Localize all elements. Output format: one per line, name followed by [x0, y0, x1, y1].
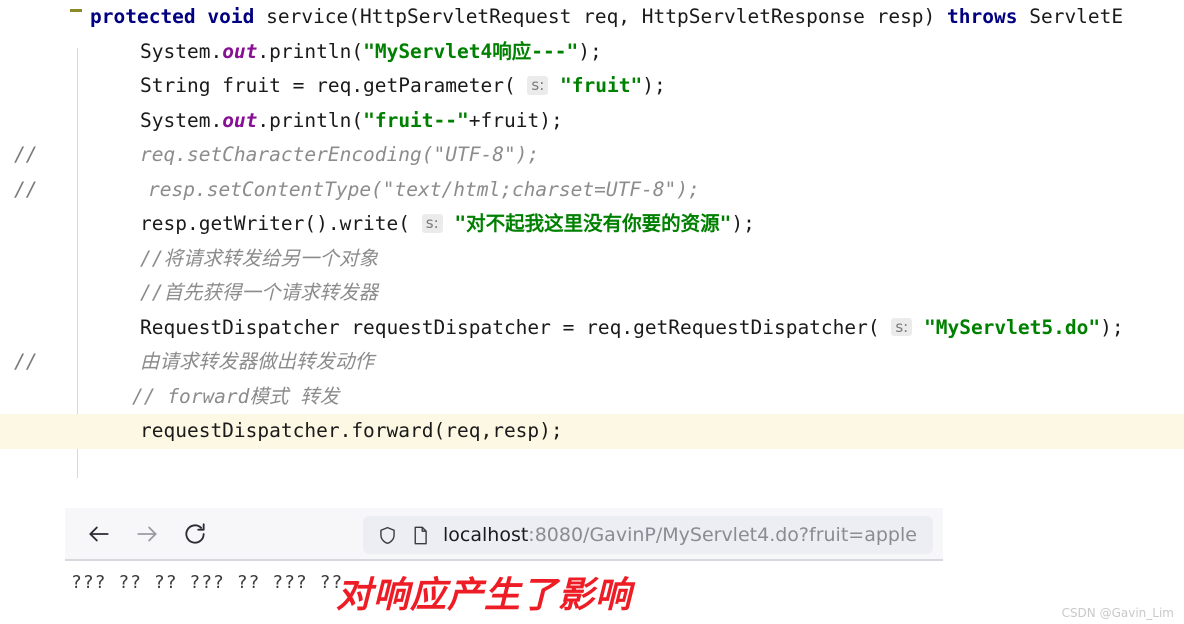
parameter-hint-badge: s: — [527, 76, 549, 95]
code-line-text: 由请求转发器做出转发动作 — [0, 345, 374, 380]
code-line-text: //将请求转发给另一个对象 — [0, 242, 378, 277]
line-get-parameter[interactable]: String fruit = req.getParameter( s: "fru… — [0, 69, 1184, 104]
browser-toolbar: localhost:8080/GavinP/MyServlet4.do?frui… — [65, 508, 943, 561]
token-plain: ); — [731, 212, 755, 235]
token-plain: RequestDispatcher requestDispatcher = re… — [140, 315, 892, 339]
line-set-character-encoding[interactable]: // req.setCharacterEncoding("UTF-8"); — [0, 138, 1184, 173]
code-line-text: String fruit = req.getParameter( s: "fru… — [0, 69, 666, 104]
token-plain: ServletE — [1029, 5, 1124, 28]
token-str: "对不起我这里没有你要的资源" — [454, 212, 732, 235]
url-text: localhost:8080/GavinP/MyServlet4.do?frui… — [443, 524, 917, 546]
token-kw: protected void — [90, 5, 267, 28]
line-comment-forward-mode[interactable]: // forward模式 转发 — [0, 380, 1184, 415]
code-line-text: // forward模式 转发 — [0, 380, 339, 415]
token-plain: ); — [578, 39, 602, 63]
code-line-text: System.out.println("fruit--"+fruit); — [0, 104, 563, 139]
line-comment-dispatcher-action[interactable]: // 由请求转发器做出转发动作 — [0, 345, 1184, 380]
line-get-writer-write[interactable]: resp.getWriter().write( s: "对不起我这里没有你要的资… — [0, 207, 1184, 242]
arrow-right-icon — [137, 526, 157, 541]
red-annotation-label: 对响应产生了影响 — [336, 575, 633, 616]
code-line-text: protected void service(HttpServletReques… — [0, 0, 1123, 35]
browser-url-bar[interactable]: localhost:8080/GavinP/MyServlet4.do?frui… — [363, 516, 933, 554]
token-plain: System. — [140, 39, 223, 63]
token-plain: ); — [642, 74, 666, 97]
page-document-icon[interactable] — [410, 525, 431, 546]
line-println-myservlet4[interactable]: System.out.println("MyServlet4响应---"); — [0, 35, 1184, 70]
url-host: localhost — [443, 524, 529, 546]
code-line-text: resp.getWriter().write( s: "对不起我这里没有你要的资… — [0, 207, 755, 242]
browser-page-output-text: ??? ?? ?? ??? ?? ??? ?? — [71, 572, 344, 593]
token-plain: System. — [140, 108, 223, 132]
token-plain: ); — [1100, 315, 1124, 339]
token-str: "MyServlet4响应---" — [363, 39, 579, 63]
browser-forward-button[interactable] — [125, 512, 169, 556]
code-line-text: RequestDispatcher requestDispatcher = re… — [0, 311, 1124, 346]
token-plain: service(HttpServletRequest req, HttpServ… — [266, 5, 948, 28]
comment-out-marker: // — [14, 143, 38, 166]
token-plain: +fruit); — [468, 108, 563, 132]
token-plain: .println( — [257, 39, 364, 63]
code-line-text: req.setCharacterEncoding("UTF-8"); — [0, 138, 539, 173]
shield-icon[interactable] — [377, 525, 398, 546]
token-kw: throws — [947, 5, 1030, 28]
line-println-fruit[interactable]: System.out.println("fruit--"+fruit); — [0, 104, 1184, 139]
code-line-text: System.out.println("MyServlet4响应---"); — [0, 35, 602, 70]
token-comment: //首先获得一个请求转发器 — [140, 281, 378, 304]
parameter-hint-badge: s: — [421, 214, 443, 233]
line-request-dispatcher[interactable]: RequestDispatcher requestDispatcher = re… — [0, 311, 1184, 346]
parameter-hint-badge: s: — [891, 317, 913, 336]
token-plain: .println( — [257, 108, 364, 132]
token-comment: 由请求转发器做出转发动作 — [140, 350, 375, 373]
comment-out-marker: // — [14, 350, 38, 373]
token-plain: String fruit = req.getParameter( — [140, 74, 528, 97]
csdn-watermark: CSDN @Gavin_Lim — [1061, 606, 1174, 620]
url-path-query: :8080/GavinP/MyServlet4.do?fruit=apple — [528, 524, 917, 546]
comment-out-marker: // — [14, 177, 38, 201]
line-forward-call[interactable]: requestDispatcher.forward(req,resp); — [0, 414, 1184, 449]
code-line-text: resp.setContentType("text/html;charset=U… — [0, 173, 700, 208]
token-fld: out — [222, 39, 258, 63]
code-lines-container[interactable]: protected void service(HttpServletReques… — [0, 0, 1184, 449]
token-str: "fruit" — [560, 74, 643, 97]
token-str: "fruit--" — [363, 108, 469, 132]
line-comment-forward-to-other[interactable]: //将请求转发给另一个对象 — [0, 242, 1184, 277]
line-comment-get-dispatcher[interactable]: //首先获得一个请求转发器 — [0, 276, 1184, 311]
line-signature[interactable]: protected void service(HttpServletReques… — [0, 0, 1184, 35]
token-comment: req.setCharacterEncoding("UTF-8"); — [140, 143, 540, 166]
token-str: "MyServlet5.do" — [923, 315, 1101, 339]
browser-back-button[interactable] — [77, 512, 121, 556]
line-set-content-type[interactable]: // resp.setContentType("text/html;charset… — [0, 173, 1184, 208]
token-plain: requestDispatcher.forward(req,resp); — [140, 419, 563, 442]
token-comment: // forward模式 转发 — [132, 384, 340, 408]
token-plain: resp.getWriter().write( — [140, 212, 422, 235]
code-editor[interactable]: protected void service(HttpServletReques… — [0, 0, 1184, 480]
browser-reload-button[interactable] — [173, 512, 217, 556]
reload-icon — [185, 522, 205, 544]
token-fld: out — [222, 108, 258, 132]
code-line-text: requestDispatcher.forward(req,resp); — [0, 414, 563, 449]
token-comment: resp.setContentType("text/html;charset=U… — [148, 177, 700, 201]
token-comment: //将请求转发给另一个对象 — [140, 246, 378, 270]
arrow-left-icon — [89, 526, 109, 541]
code-line-text: //首先获得一个请求转发器 — [0, 276, 378, 311]
